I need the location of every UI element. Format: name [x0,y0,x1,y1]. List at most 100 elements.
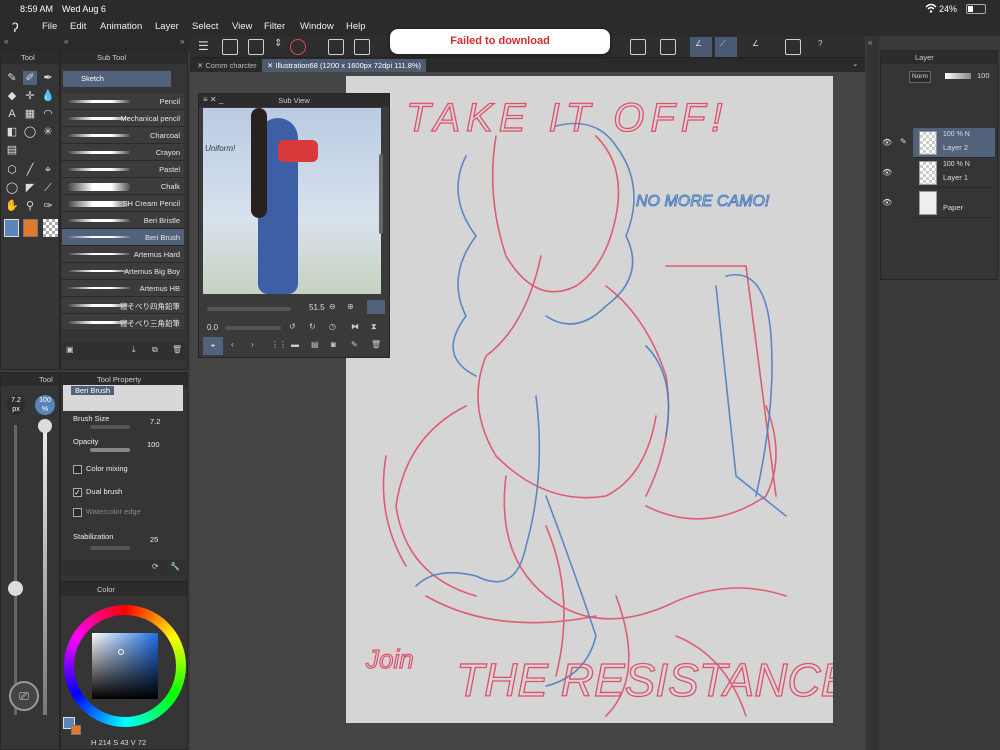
zoom-out-icon[interactable]: ⊖ [329,302,336,311]
chevron-down-icon[interactable]: ⌄ [852,59,858,68]
collapse-icon[interactable]: « [64,37,68,46]
reset-rotation-icon[interactable]: ◷ [329,322,336,331]
eyedropper-icon[interactable]: ⌖ [203,337,223,355]
layer-row-layer-1[interactable]: 100 % N Layer 1 [913,158,995,188]
rotation-slider[interactable] [225,326,281,330]
modifier-key-icon[interactable]: ⎚ [9,681,39,711]
menu-help[interactable]: Help [346,21,366,32]
figure-icon[interactable]: ⬡ [5,163,19,177]
magic-wand-icon[interactable]: ✳ [41,125,55,139]
reset-icon[interactable]: ⟳ [152,562,159,571]
ink-icon[interactable]: ✒ [41,71,55,85]
tab-illustration68[interactable]: ✕ Illustration68 (1200 x 1600px 72dpi 11… [262,59,427,72]
brush-size-value[interactable]: 7.2 px [7,395,25,415]
hue-wheel[interactable] [64,605,186,727]
opacity-slider[interactable] [90,448,130,452]
pen-icon[interactable]: ✎ [5,71,19,85]
subview-scrollbar[interactable] [379,154,383,234]
download-icon[interactable]: ⤓ [132,345,136,355]
menu-layer[interactable]: Layer [155,21,179,32]
opacity-slider-thumb[interactable] [38,419,52,433]
expand-icon[interactable]: » [180,37,184,46]
menu-view[interactable]: View [232,21,252,32]
subtool-item[interactable]: Crayon [62,144,184,161]
flip-horizontal-icon[interactable]: ⧓ [351,322,359,331]
menu-window[interactable]: Window [300,21,334,32]
opacity-field[interactable]: 100 [147,440,160,449]
eraser-icon[interactable]: ◆ [5,89,19,103]
zoom-icon[interactable]: ⚲ [23,199,37,213]
layer-row-layer-2[interactable]: 100 % N Layer 2 [913,128,995,158]
opacity-slider-track[interactable] [43,425,47,715]
visibility-eye-icon[interactable]: 👁 [882,138,892,147]
subtool-item[interactable]: Artemus HB [62,280,184,297]
fill-icon[interactable] [660,39,676,55]
size-slider-thumb[interactable] [8,581,23,596]
move-icon[interactable]: ✛ [23,89,37,103]
size-slider-track[interactable] [14,425,17,715]
visibility-eye-icon[interactable]: 👁 [882,168,892,177]
layer-opacity-value[interactable]: 100 [977,71,990,80]
expand-icon[interactable]: « [868,38,872,47]
subtool-item[interactable]: Chalk [62,178,184,195]
flip-vertical-icon[interactable]: ⧗ [371,322,377,332]
text-icon[interactable]: A [5,107,19,121]
subtool-item[interactable]: 寝そべり三角鉛筆 [62,314,184,331]
subtool-item[interactable]: Pastel [62,161,184,178]
duplicate-icon[interactable]: ⧉ [152,345,158,355]
collapse-icon[interactable]: « [4,37,8,46]
color-mixing-checkbox[interactable] [73,464,82,474]
menu-edit[interactable]: Edit [70,21,86,32]
subview-reference-image[interactable]: Uniform! [203,108,381,294]
layer-row-paper[interactable]: Paper [913,188,995,218]
zoom-slider[interactable] [207,307,291,311]
tab-comm-charcter[interactable]: ✕ Comm charcter [192,59,262,72]
watercolor-edge-checkbox[interactable] [73,507,82,517]
line-icon[interactable]: ╱ [23,163,37,177]
saturation-value-square[interactable] [92,633,158,699]
gradient-icon[interactable]: ▤ [5,143,19,157]
rotate-right-icon[interactable]: ↻ [309,322,316,331]
brush-opacity-value[interactable]: 100 % [35,395,55,415]
subtool-item[interactable]: 寝そべり四角鉛筆 [62,297,184,314]
canvas-paper[interactable]: TAKE IT OFF! NO MORE CAMO! Join THE RESI… [346,76,853,723]
fit-icon[interactable] [367,300,385,314]
select-arrow-icon[interactable]: ◤ [23,181,37,195]
transparent-swatch[interactable] [43,219,58,237]
snap-special-ruler-button[interactable] [715,37,737,57]
fill-bucket-icon[interactable]: ◧ [5,125,19,139]
rotate-left-icon[interactable]: ↺ [289,322,296,331]
clear-icon[interactable] [630,39,646,55]
transform-icon[interactable] [248,39,264,55]
layer-ref-icon[interactable] [290,39,306,55]
subtool-item[interactable]: Mechanical pencil [62,110,184,127]
subtool-item[interactable]: SH Cream Pencil [62,195,184,212]
grid-icon[interactable]: ⋮⋮ [271,340,287,349]
open-icon[interactable] [354,39,370,55]
fit-screen-icon[interactable] [222,39,238,55]
visibility-eye-icon[interactable]: 👁 [882,198,892,207]
subtool-group-tab[interactable]: Sketch [63,71,171,87]
edit-icon[interactable]: ✎ [351,340,358,349]
subtool-item[interactable]: Charcoal [62,127,184,144]
subtool-item[interactable]: Artemus Big Boy [62,263,184,280]
grid-snap-icon[interactable]: ∠ [752,39,759,48]
app-logo-icon[interactable]: ʔ [12,20,19,35]
lasso-icon[interactable]: ◯ [23,125,37,139]
hand-icon[interactable]: ✋ [5,199,19,213]
eyedropper-icon[interactable]: ⌖ [41,163,55,177]
layer-opacity-slider[interactable] [945,73,971,79]
sub-color-swatch[interactable] [23,219,38,237]
wrench-icon[interactable]: 🔧 [170,562,180,571]
pencil-icon[interactable]: ✐ [23,71,37,85]
correct-line-icon[interactable]: ⟋ [41,181,55,195]
balloon-icon[interactable]: ◠ [41,107,55,121]
blend-mode-select[interactable]: Norm [909,71,931,83]
menu-file[interactable]: File [42,21,57,32]
ellipse-icon[interactable]: ◯ [5,181,19,195]
subtool-item[interactable]: Pencil [62,93,184,110]
folder-icon[interactable]: ▬ [291,340,299,349]
subtool-item[interactable]: Beri Bristle [62,212,184,229]
main-color-swatch[interactable] [4,219,19,237]
menu-filter[interactable]: Filter [264,21,285,32]
